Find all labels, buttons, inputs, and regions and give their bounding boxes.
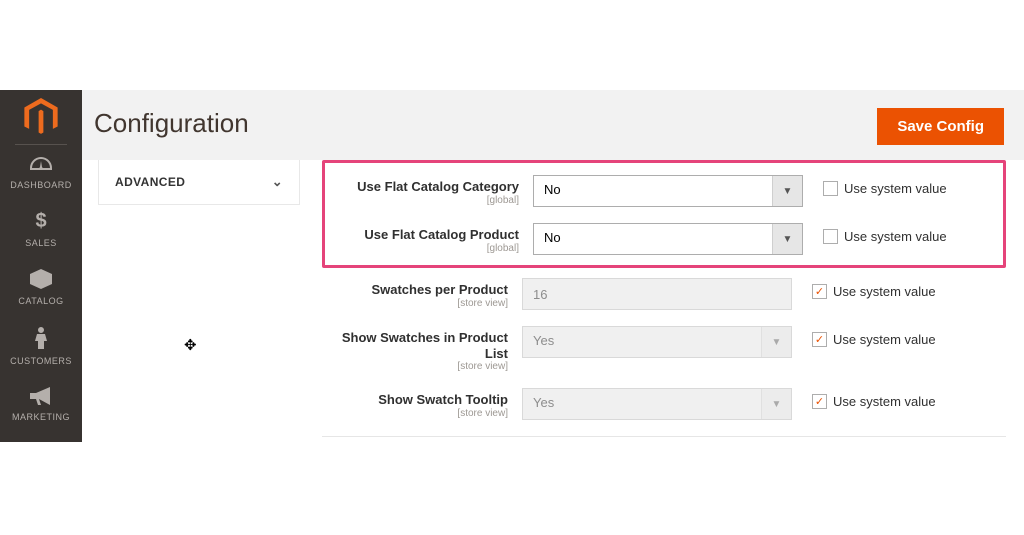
page-header: Configuration Save Config: [82, 90, 1024, 160]
checkbox-checked[interactable]: ✓: [812, 394, 827, 409]
box-icon: [30, 269, 52, 289]
field-label: Use Flat Catalog Product: [333, 227, 519, 243]
config-sections-nav: ADVANCED ⌄: [82, 160, 312, 535]
field-use-flat-catalog-category: Use Flat Catalog Category [global] No ▼ …: [333, 175, 995, 207]
sidebar-item-customers[interactable]: CUSTOMERS: [0, 319, 82, 379]
swatches-in-list-select: Yes ▼: [522, 326, 792, 358]
admin-sidebar: DASHBOARD $ SALES CATALOG CUSTOMERS MARK…: [0, 90, 82, 442]
use-system-label: Use system value: [844, 229, 947, 244]
person-icon: [34, 327, 48, 349]
swatch-tooltip-select: Yes ▼: [522, 388, 792, 420]
megaphone-icon: [30, 387, 52, 405]
highlighted-fields: Use Flat Catalog Category [global] No ▼ …: [322, 160, 1006, 268]
sidebar-item-label: CATALOG: [18, 296, 63, 306]
dollar-icon: $: [2, 211, 80, 231]
checkbox-unchecked[interactable]: [823, 229, 838, 244]
use-system-value-flat-category[interactable]: Use system value: [803, 175, 947, 196]
dashboard-icon: [30, 157, 52, 173]
field-scope: [store view]: [322, 298, 508, 309]
field-scope: [store view]: [322, 361, 508, 372]
caret-down-icon: ▼: [761, 389, 791, 419]
sidebar-divider: [15, 144, 67, 145]
flat-product-select[interactable]: No ▼: [533, 223, 803, 255]
caret-down-icon: ▼: [761, 327, 791, 357]
field-label: Show Swatch Tooltip: [322, 392, 508, 408]
select-value: No: [534, 224, 772, 254]
field-scope: [global]: [333, 195, 519, 206]
field-label: Use Flat Catalog Category: [333, 179, 519, 195]
sidebar-item-catalog[interactable]: CATALOG: [0, 261, 82, 319]
field-show-swatches-in-product-list: Show Swatches in Product List [store vie…: [322, 326, 1006, 372]
section-divider: [322, 436, 1006, 437]
select-value: No: [534, 176, 772, 206]
sidebar-item-dashboard[interactable]: DASHBOARD: [0, 149, 82, 203]
field-scope: [global]: [333, 243, 519, 254]
sidebar-item-label: DASHBOARD: [10, 180, 72, 190]
config-form: Use Flat Catalog Category [global] No ▼ …: [312, 160, 1024, 535]
field-show-swatch-tooltip: Show Swatch Tooltip [store view] Yes ▼ ✓…: [322, 388, 1006, 420]
checkbox-unchecked[interactable]: [823, 181, 838, 196]
magento-logo-icon[interactable]: [24, 98, 58, 136]
field-swatches-per-product: Swatches per Product [store view] ✓ Use …: [322, 278, 1006, 310]
save-config-button[interactable]: Save Config: [877, 108, 1004, 145]
caret-down-icon: ▼: [772, 176, 802, 206]
config-main: ADVANCED ⌄ Use Flat Catalog Category [gl…: [82, 160, 1024, 535]
sidebar-item-label: MARKETING: [12, 412, 70, 422]
checkbox-checked[interactable]: ✓: [812, 332, 827, 347]
use-system-value-swatch-tooltip[interactable]: ✓ Use system value: [792, 388, 936, 409]
chevron-down-icon: ⌄: [272, 174, 283, 190]
sidebar-item-sales[interactable]: $ SALES: [0, 203, 82, 261]
config-section-advanced[interactable]: ADVANCED ⌄: [98, 160, 300, 205]
checkbox-checked[interactable]: ✓: [812, 284, 827, 299]
page-title: Configuration: [94, 108, 249, 139]
field-label: Show Swatches in Product List: [322, 330, 508, 361]
use-system-value-flat-product[interactable]: Use system value: [803, 223, 947, 244]
use-system-label: Use system value: [833, 394, 936, 409]
select-value: Yes: [523, 389, 761, 419]
use-system-label: Use system value: [844, 181, 947, 196]
flat-category-select[interactable]: No ▼: [533, 175, 803, 207]
use-system-value-swatches-per-product[interactable]: ✓ Use system value: [792, 278, 936, 299]
sidebar-item-label: SALES: [25, 238, 57, 248]
caret-down-icon: ▼: [772, 224, 802, 254]
config-section-label: ADVANCED: [115, 175, 185, 189]
use-system-label: Use system value: [833, 284, 936, 299]
use-system-label: Use system value: [833, 332, 936, 347]
select-value: Yes: [523, 327, 761, 357]
use-system-value-swatches-in-list[interactable]: ✓ Use system value: [792, 326, 936, 347]
sidebar-item-marketing[interactable]: MARKETING: [0, 379, 82, 435]
field-use-flat-catalog-product: Use Flat Catalog Product [global] No ▼ U…: [333, 223, 995, 255]
sidebar-item-label: CUSTOMERS: [10, 356, 72, 366]
field-scope: [store view]: [322, 408, 508, 419]
field-label: Swatches per Product: [322, 282, 508, 298]
swatches-per-product-input: [522, 278, 792, 310]
